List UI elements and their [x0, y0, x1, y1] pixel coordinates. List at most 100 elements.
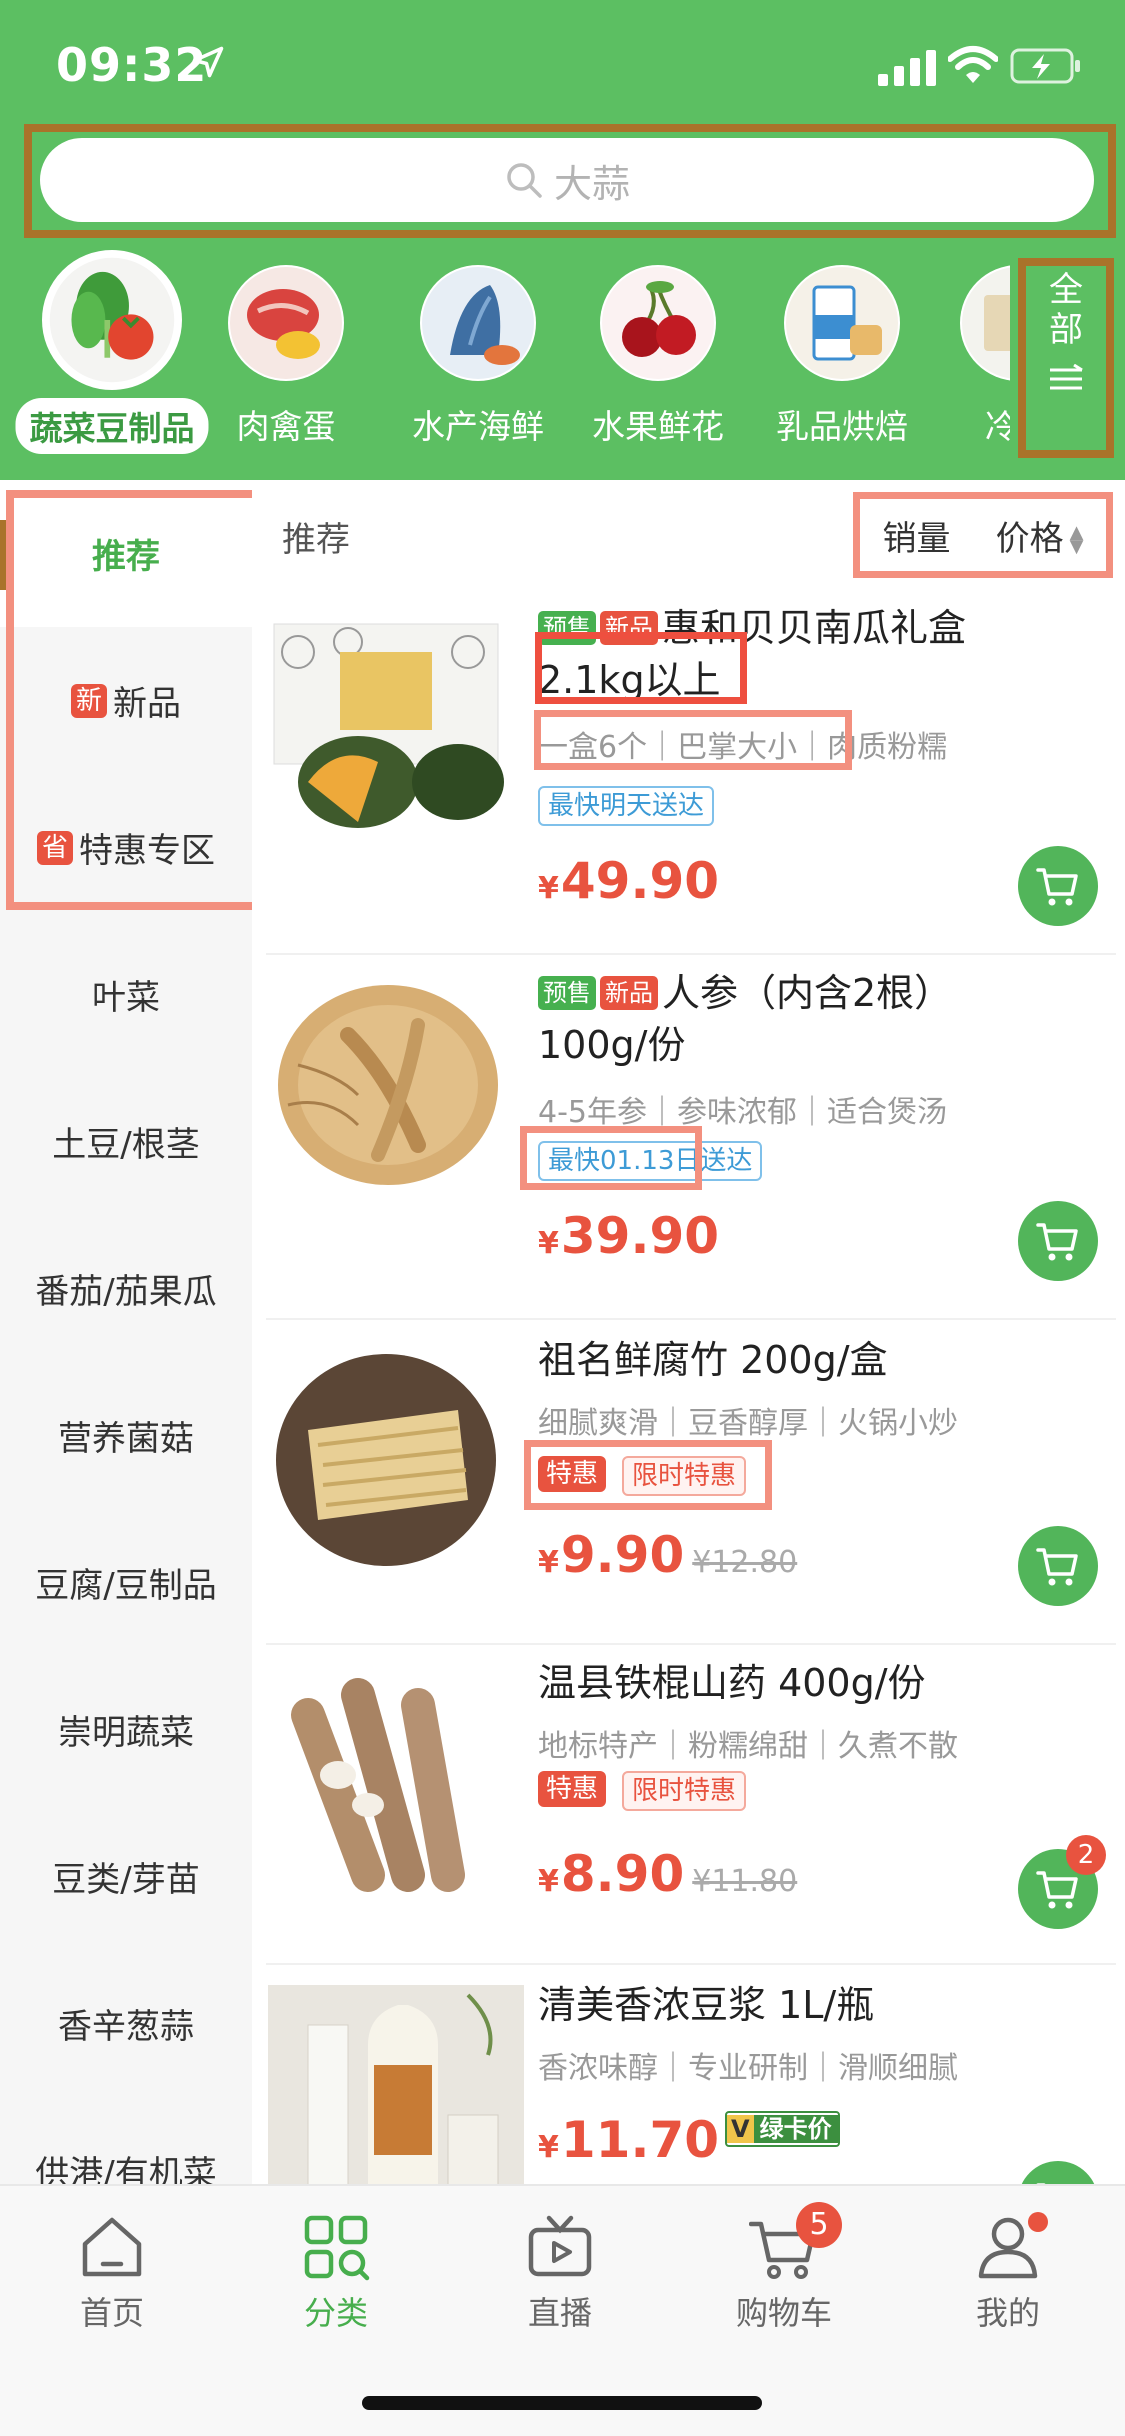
category-icon — [304, 2215, 370, 2281]
sidebar-item-label: 叶菜 — [92, 978, 160, 1018]
sidebar-item-chongming[interactable]: 崇明蔬菜 — [0, 1656, 252, 1803]
sidebar-item-mushroom[interactable]: 营养菌菇 — [0, 1362, 252, 1509]
pumpkin-box-image — [268, 612, 504, 832]
sidebar-item-label: 土豆/根茎 — [52, 1125, 200, 1165]
category-fruit[interactable]: 水果鲜花 — [568, 250, 748, 460]
product-list: 推荐 销量 价格 ▲ ▼ 预售 新品 惠和贝贝南瓜礼盒2.1kg以上 一盒6个｜巴掌大小… — [252, 480, 1125, 2184]
add-to-cart-button[interactable] — [1018, 2161, 1098, 2184]
limited-offer-chip: 限时特惠 — [622, 1771, 747, 1811]
sort-controls: 销量 价格 ▲ ▼ — [853, 492, 1113, 578]
new-badge: 新品 — [600, 976, 658, 1010]
product-title: 清美香浓豆浆 1L/瓶 — [538, 1983, 875, 2027]
currency-symbol: ¥ — [538, 1864, 559, 1899]
sidebar-item-beans[interactable]: 豆类/芽苗 — [0, 1803, 252, 1950]
location-arrow-icon — [192, 46, 224, 78]
sidebar-item-label: 特惠专区 — [79, 831, 215, 871]
sidebar-item-leafy[interactable]: 叶菜 — [0, 921, 252, 1068]
product-desc: 香浓味醇｜专业研制｜滑顺细腻 — [538, 2051, 958, 2086]
currency-symbol: ¥ — [538, 1545, 559, 1580]
cart-icon — [1036, 868, 1078, 906]
tab-live[interactable]: 直播 — [480, 2212, 640, 2342]
category-seafood[interactable]: 水产海鲜 — [388, 250, 568, 460]
sidebar-item-tofu[interactable]: 豆腐/豆制品 — [0, 1509, 252, 1656]
sidebar: 推荐 新 新品 省 特惠专区 叶菜 土豆/根茎 番茄/茄果瓜 营养菌菇 豆腐/豆… — [0, 480, 252, 2194]
ginseng-image — [268, 975, 504, 1195]
sidebar-item-tomato[interactable]: 番茄/茄果瓜 — [0, 1215, 252, 1362]
search-bar[interactable]: 大蒜 — [40, 138, 1094, 222]
price-value: 9.90 — [560, 1526, 685, 1584]
dairy-image — [784, 265, 900, 381]
product-card[interactable]: 祖名鲜腐竹 200g/盒 细腻爽滑｜豆香醇厚｜火锅小炒 特惠 限时特惠 ¥9.9… — [266, 1320, 1116, 1645]
search-placeholder: 大蒜 — [553, 161, 630, 206]
sidebar-item-label: 营养菌菇 — [58, 1419, 194, 1459]
add-to-cart-button[interactable] — [1018, 1201, 1098, 1281]
category-label: 肉禽蛋 — [236, 407, 336, 446]
tab-label: 购物车 — [735, 2294, 832, 2332]
product-title: 祖名鲜腐竹 200g/盒 — [538, 1338, 888, 1382]
status-bar: 09:32 — [0, 0, 1125, 130]
tab-cart[interactable]: 购物车 5 — [704, 2202, 864, 2342]
add-to-cart-button[interactable] — [1018, 846, 1098, 926]
category-dairy[interactable]: 乳品烘焙 — [752, 250, 932, 460]
all-button-line1: 全 — [1049, 270, 1083, 310]
new-badge: 新品 — [600, 611, 658, 645]
sidebar-item-recommend[interactable]: 推荐 — [0, 480, 252, 627]
add-to-cart-button[interactable] — [1018, 1526, 1098, 1606]
sort-price-button[interactable]: 价格 ▲ ▼ — [996, 511, 1084, 560]
tab-profile[interactable]: 我的 — [928, 2212, 1088, 2342]
category-vegetables[interactable]: 蔬菜豆制品 — [15, 250, 209, 460]
sort-sales-button[interactable]: 销量 — [883, 511, 951, 560]
tab-label: 首页 — [79, 2294, 144, 2332]
sidebar-item-label: 香辛葱蒜 — [58, 2007, 194, 2047]
limited-offer-chip: 限时特惠 — [622, 1456, 747, 1496]
frozen-image — [960, 265, 1010, 381]
product-price: ¥49.90 — [538, 852, 719, 910]
status-time: 09:32 — [56, 38, 208, 92]
green-card-price-tag: V 绿卡价 — [725, 2111, 840, 2147]
product-card[interactable]: 温县铁棍山药 400g/份 地标特产｜粉糯绵甜｜久煮不散 特惠 限时特惠 ¥8.… — [266, 1645, 1116, 1965]
list-menu-icon — [1050, 363, 1083, 390]
vip-v-mark: V — [727, 2115, 754, 2143]
price-value: 8.90 — [560, 1845, 685, 1903]
sidebar-item-spice[interactable]: 香辛葱蒜 — [0, 1950, 252, 2097]
tab-label: 直播 — [527, 2294, 592, 2332]
list-subheader: 推荐 — [282, 520, 350, 560]
all-categories-button[interactable]: 全 部 — [1030, 270, 1102, 446]
add-to-cart-button[interactable]: 2 — [1018, 1835, 1106, 1929]
product-card[interactable]: 预售 新品 惠和贝贝南瓜礼盒2.1kg以上 一盒6个｜巴掌大小｜肉质粉糯 最快明天送… — [266, 590, 1116, 955]
home-icon — [82, 2217, 142, 2277]
product-card[interactable]: 清美香浓豆浆 1L/瓶 香浓味醇｜专业研制｜滑顺细腻 ¥11.70 V 绿卡价 — [266, 1965, 1116, 2184]
product-title: 预售 新品 人参（内含2根）100g/份 — [538, 967, 1048, 1071]
category-meat[interactable]: 肉禽蛋 — [196, 250, 376, 460]
currency-symbol: ¥ — [538, 2130, 559, 2165]
home-indicator — [362, 2396, 762, 2410]
category-frozen[interactable]: 冷冻 — [928, 250, 1010, 460]
sidebar-item-root[interactable]: 土豆/根茎 — [0, 1068, 252, 1215]
cart-icon — [1036, 1223, 1078, 1261]
category-label: 乳品烘焙 — [776, 407, 908, 446]
sidebar-item-deals[interactable]: 省 特惠专区 — [0, 774, 252, 921]
save-tag: 省 — [36, 830, 73, 865]
sidebar-item-new[interactable]: 新 新品 — [0, 627, 252, 774]
product-desc: 一盒6个｜巴掌大小｜肉质粉糯 — [538, 730, 948, 765]
sidebar-item-label: 崇明蔬菜 — [58, 1713, 194, 1753]
tab-category[interactable]: 分类 — [256, 2212, 416, 2342]
product-desc: 地标特产｜粉糯绵甜｜久煮不散 — [538, 1729, 958, 1764]
cart-icon — [1036, 1871, 1078, 1909]
all-button-line2: 部 — [1049, 310, 1083, 350]
vegetables-image — [42, 250, 182, 390]
new-tag: 新 — [70, 683, 107, 718]
category-label: 水产海鲜 — [412, 407, 544, 446]
sidebar-item-label: 豆腐/豆制品 — [35, 1566, 217, 1606]
product-desc: 细腻爽滑｜豆香醇厚｜火锅小炒 — [538, 1406, 958, 1441]
product-title: 预售 新品 惠和贝贝南瓜礼盒2.1kg以上 — [538, 602, 1048, 706]
price-value: 49.90 — [560, 852, 720, 910]
product-desc: 4-5年参｜参味浓郁｜适合煲汤 — [538, 1095, 947, 1130]
product-price: ¥8.90 ¥11.80 — [538, 1845, 797, 1903]
product-price: ¥11.70 V 绿卡价 — [538, 2111, 840, 2169]
tofu-skin-image — [268, 1350, 504, 1570]
product-card[interactable]: 预售 新品 人参（内含2根）100g/份 4-5年参｜参味浓郁｜适合煲汤 最快01.… — [266, 955, 1116, 1320]
tab-home[interactable]: 首页 — [32, 2212, 192, 2342]
sidebar-item-label: 新品 — [113, 684, 181, 724]
sort-price-label: 价格 — [995, 518, 1064, 559]
